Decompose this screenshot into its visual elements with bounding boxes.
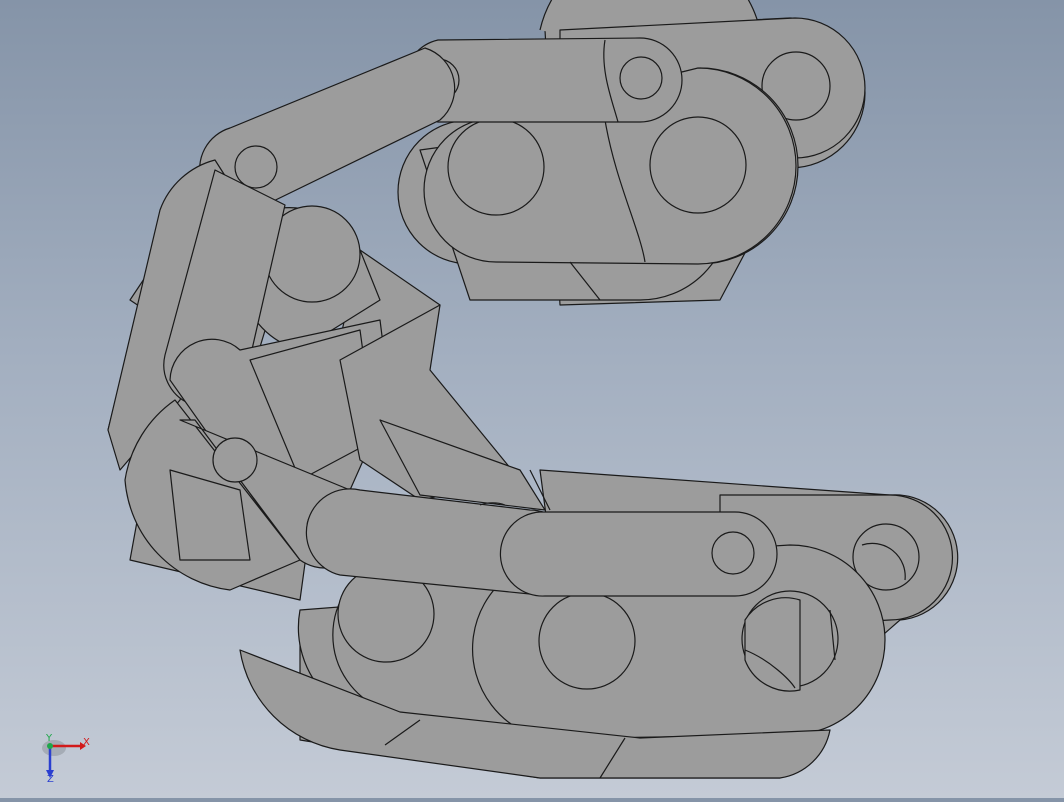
- graphics-viewport[interactable]: [0, 0, 1064, 798]
- x-axis-label: X: [83, 737, 90, 748]
- bottom-run-links: [239, 469, 954, 779]
- cable-carrier-model[interactable]: [0, 0, 1064, 798]
- view-orientation-triad[interactable]: X Y Z: [36, 732, 96, 785]
- z-axis-label: Z: [47, 774, 54, 784]
- top-run-links: [199, 17, 866, 351]
- y-axis-label: Y: [45, 733, 53, 744]
